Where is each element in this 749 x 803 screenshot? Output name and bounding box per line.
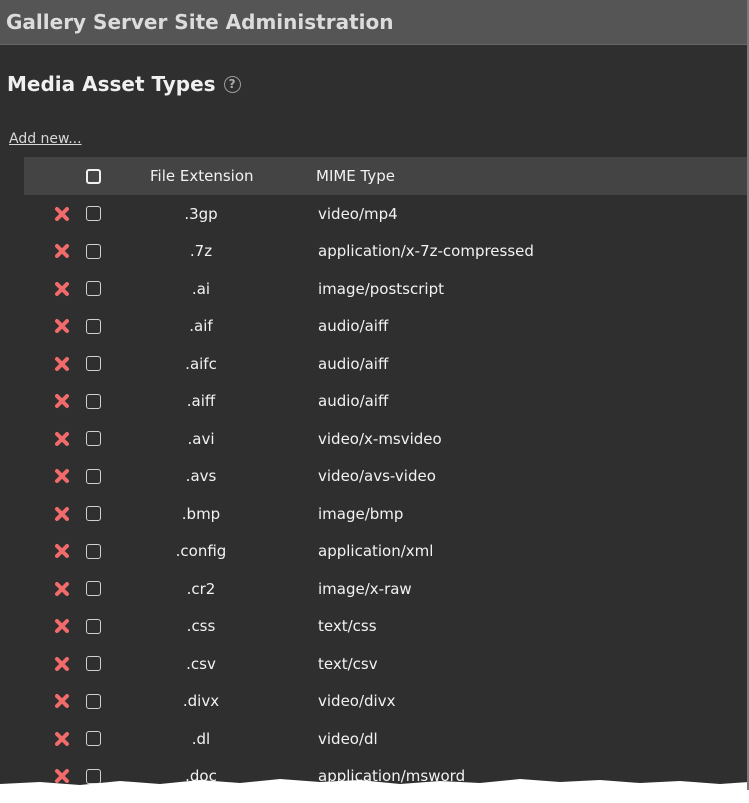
delete-x-icon[interactable]	[54, 581, 70, 597]
table-row: .csv text/csv	[24, 645, 747, 683]
file-extension-cell: .aiff	[186, 392, 216, 411]
table-row: .aif audio/aiff	[24, 308, 747, 346]
row-checkbox[interactable]	[86, 356, 101, 372]
torn-edge	[0, 779, 747, 790]
delete-x-icon[interactable]	[54, 468, 70, 484]
file-extension-cell: .ai	[191, 279, 211, 298]
mime-type-cell: text/css	[318, 617, 377, 636]
table-body: .3gp video/mp4 .7z application/x-7z-compres…	[24, 195, 747, 790]
row-checkbox[interactable]	[86, 543, 101, 559]
delete-x-icon[interactable]	[54, 656, 70, 672]
column-header-mime-type: MIME Type	[316, 167, 396, 185]
file-extension-cell: .config	[175, 542, 227, 561]
delete-x-icon[interactable]	[54, 206, 70, 222]
row-checkbox[interactable]	[86, 656, 101, 672]
column-header-file-extension: File Extension	[150, 167, 254, 185]
delete-x-icon[interactable]	[54, 281, 70, 297]
row-checkbox[interactable]	[86, 731, 101, 747]
file-extension-cell: .dl	[191, 729, 211, 748]
section-heading: Media Asset Types ?	[7, 72, 241, 96]
row-checkbox[interactable]	[86, 468, 101, 484]
media-types-table: File Extension MIME Type .3gp video/mp4 .7…	[24, 157, 747, 790]
mime-type-cell: video/x-msvideo	[318, 429, 442, 448]
table-row: .css text/css	[24, 608, 747, 646]
delete-x-icon[interactable]	[54, 243, 70, 259]
table-row: .divx video/divx	[24, 683, 747, 721]
table-row: .3gp video/mp4	[24, 195, 747, 233]
delete-x-icon[interactable]	[54, 506, 70, 522]
select-all-checkbox[interactable]	[86, 168, 101, 184]
row-checkbox[interactable]	[86, 506, 101, 522]
delete-x-icon[interactable]	[54, 618, 70, 634]
table-row: .avi video/x-msvideo	[24, 420, 747, 458]
table-row: .ai image/postscript	[24, 270, 747, 308]
file-extension-cell: .7z	[189, 242, 213, 261]
row-checkbox[interactable]	[86, 618, 101, 634]
row-checkbox[interactable]	[86, 431, 101, 447]
delete-x-icon[interactable]	[54, 431, 70, 447]
file-extension-cell: .aif	[189, 317, 213, 336]
admin-panel: Gallery Server Site Administration Media…	[0, 0, 749, 790]
delete-x-icon[interactable]	[54, 543, 70, 559]
row-checkbox[interactable]	[86, 243, 101, 259]
delete-x-icon[interactable]	[54, 318, 70, 334]
mime-type-cell: image/bmp	[318, 504, 404, 523]
mime-type-cell: video/divx	[318, 692, 396, 711]
table-row: .cr2 image/x-raw	[24, 570, 747, 608]
row-checkbox[interactable]	[86, 393, 101, 409]
delete-x-icon[interactable]	[54, 356, 70, 372]
mime-type-cell: image/postscript	[318, 279, 444, 298]
delete-x-icon[interactable]	[54, 731, 70, 747]
file-extension-cell: .cr2	[186, 579, 216, 598]
delete-x-icon[interactable]	[54, 393, 70, 409]
page-header: Gallery Server Site Administration	[0, 0, 747, 45]
mime-type-cell: image/x-raw	[318, 579, 412, 598]
file-extension-cell: .divx	[182, 692, 220, 711]
help-icon[interactable]: ?	[223, 75, 241, 93]
file-extension-cell: .csv	[186, 654, 216, 673]
row-checkbox[interactable]	[86, 693, 101, 709]
row-checkbox[interactable]	[86, 318, 101, 334]
mime-type-cell: video/mp4	[318, 204, 398, 223]
mime-type-cell: application/xml	[318, 542, 434, 561]
mime-type-cell: audio/aiff	[318, 392, 389, 411]
mime-type-cell: audio/aiff	[318, 317, 389, 336]
row-checkbox[interactable]	[86, 206, 101, 222]
table-row: .bmp image/bmp	[24, 495, 747, 533]
section-title: Media Asset Types	[7, 72, 216, 96]
file-extension-cell: .css	[186, 617, 216, 636]
table-row: .dl video/dl	[24, 720, 747, 758]
row-checkbox[interactable]	[86, 281, 101, 297]
table-row: .7z application/x-7z-compressed	[24, 233, 747, 271]
file-extension-cell: .3gp	[184, 204, 218, 223]
table-row: .aifc audio/aiff	[24, 345, 747, 383]
file-extension-cell: .bmp	[181, 504, 221, 523]
mime-type-cell: text/csv	[318, 654, 378, 673]
row-checkbox[interactable]	[86, 581, 101, 597]
mime-type-cell: video/dl	[318, 729, 378, 748]
file-extension-cell: .avs	[185, 467, 217, 486]
mime-type-cell: video/avs-video	[318, 467, 436, 486]
table-row: .aiff audio/aiff	[24, 383, 747, 421]
table-row: .config application/xml	[24, 533, 747, 571]
delete-x-icon[interactable]	[54, 693, 70, 709]
mime-type-cell: audio/aiff	[318, 354, 389, 373]
file-extension-cell: .aifc	[185, 354, 217, 373]
table-row: .avs video/avs-video	[24, 458, 747, 496]
mime-type-cell: application/x-7z-compressed	[318, 242, 534, 261]
file-extension-cell: .avi	[187, 429, 215, 448]
table-header: File Extension MIME Type	[24, 157, 747, 195]
add-new-link[interactable]: Add new...	[9, 131, 82, 147]
